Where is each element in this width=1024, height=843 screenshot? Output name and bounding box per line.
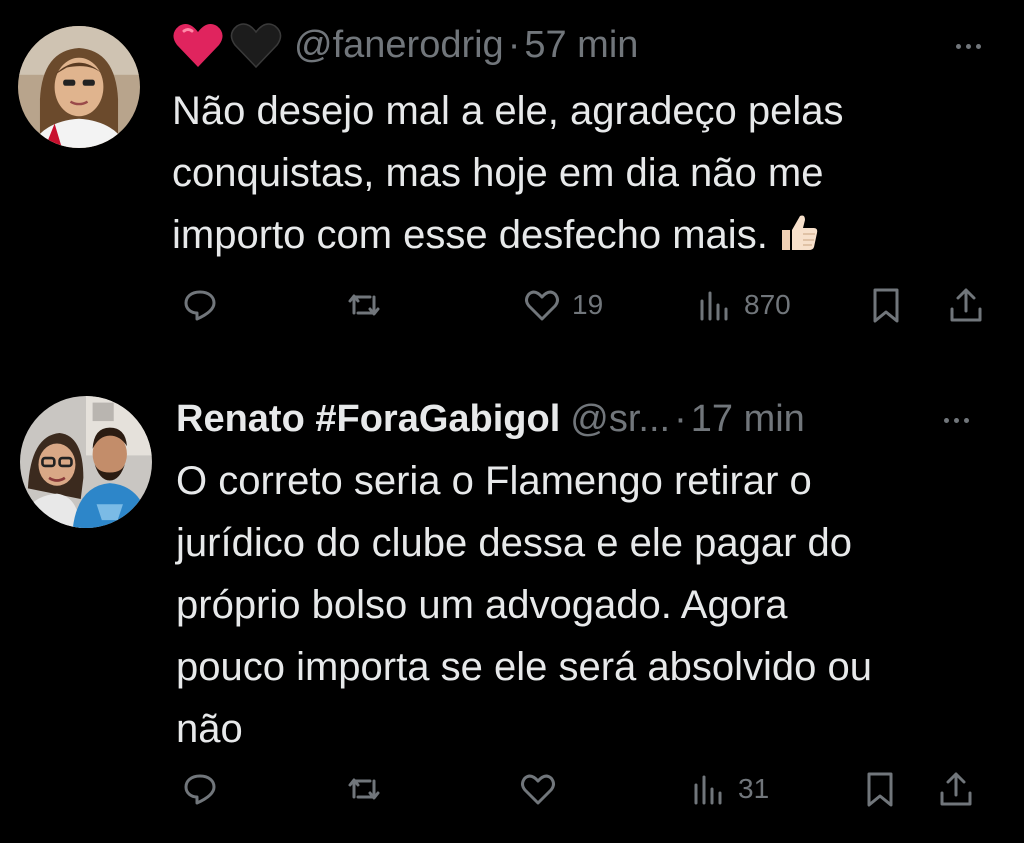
view-count: 870 [744, 289, 791, 320]
tweet-text: Não desejo mal a ele, agradeço pelas con… [172, 80, 844, 266]
bookmark-button[interactable] [860, 764, 900, 814]
more-icon[interactable] [934, 410, 978, 430]
action-bar: 19 870 [0, 280, 1024, 330]
tweet-text-line-content: importo com esse desfecho mais. [172, 213, 768, 257]
share-button[interactable] [946, 280, 986, 330]
views-button[interactable]: 31 [688, 764, 769, 814]
black-heart-icon [230, 23, 282, 69]
user-handle[interactable]: @sr... [570, 398, 670, 441]
separator-dot: · [507, 23, 521, 66]
avatar[interactable] [18, 26, 140, 148]
more-icon[interactable] [946, 36, 990, 56]
user-handle[interactable]: @fanerodrig [294, 24, 504, 67]
views-button[interactable]: 870 [694, 280, 791, 330]
like-icon [525, 290, 559, 321]
tweet-text-line: conquistas, mas hoje em dia não me [172, 151, 824, 195]
reply-button[interactable] [180, 764, 230, 814]
bookmark-button[interactable] [866, 280, 906, 330]
retweet-icon [348, 778, 380, 800]
display-name[interactable]: Renato #ForaGabigol [176, 398, 560, 441]
avatar-photo [18, 26, 140, 148]
views-icon [700, 291, 728, 321]
retweet-button[interactable] [344, 764, 394, 814]
retweet-icon [348, 294, 380, 316]
emoji-group [172, 21, 282, 69]
share-icon [940, 772, 972, 806]
reply-button[interactable] [180, 280, 230, 330]
avatar[interactable] [20, 396, 152, 528]
bookmark-icon [873, 288, 899, 323]
views-icon [694, 775, 722, 805]
tweet-header: Renato #ForaGabigol @sr... · 17 min [176, 396, 805, 442]
tweet-text-line: próprio bolso um advogado. Agora [176, 583, 788, 627]
view-count: 31 [738, 773, 770, 804]
bookmark-icon [867, 772, 893, 807]
tweet-text-line: pouco importa se ele será absolvido ou [176, 645, 872, 689]
action-bar: 31 [0, 764, 1024, 814]
like-button[interactable] [518, 764, 568, 814]
avatar-photo [20, 396, 152, 528]
reply-icon [184, 774, 216, 805]
reply-icon [184, 290, 216, 321]
thumbs-up-icon [781, 215, 818, 250]
share-button[interactable] [936, 764, 976, 814]
tweet-text-line: Não desejo mal a ele, agradeço pelas [172, 89, 844, 133]
retweet-button[interactable] [344, 280, 394, 330]
like-icon [521, 774, 555, 805]
red-heart-icon [173, 24, 223, 67]
tweet-text-line: jurídico do clube dessa e ele pagar do [176, 521, 853, 565]
tweet-1[interactable]: @fanerodrig · 57 min Não desejo mal a el… [0, 0, 1024, 360]
tweet-header: @fanerodrig · 57 min [172, 21, 638, 69]
like-count: 19 [572, 289, 604, 320]
tweet-text-line: não [176, 707, 243, 751]
share-icon [950, 288, 982, 322]
tweet-text-line: O correto seria o Flamengo retirar o [176, 459, 812, 503]
tweet-text: O correto seria o Flamengo retirar o jur… [176, 450, 872, 760]
separator-dot: · [674, 397, 687, 440]
tweet-2[interactable]: Renato #ForaGabigol @sr... · 17 min O co… [0, 360, 1024, 843]
timestamp[interactable]: 17 min [691, 398, 805, 441]
timestamp[interactable]: 57 min [524, 24, 638, 67]
like-button[interactable]: 19 [522, 280, 603, 330]
tweet-text-line: importo com esse desfecho mais. [172, 204, 844, 266]
